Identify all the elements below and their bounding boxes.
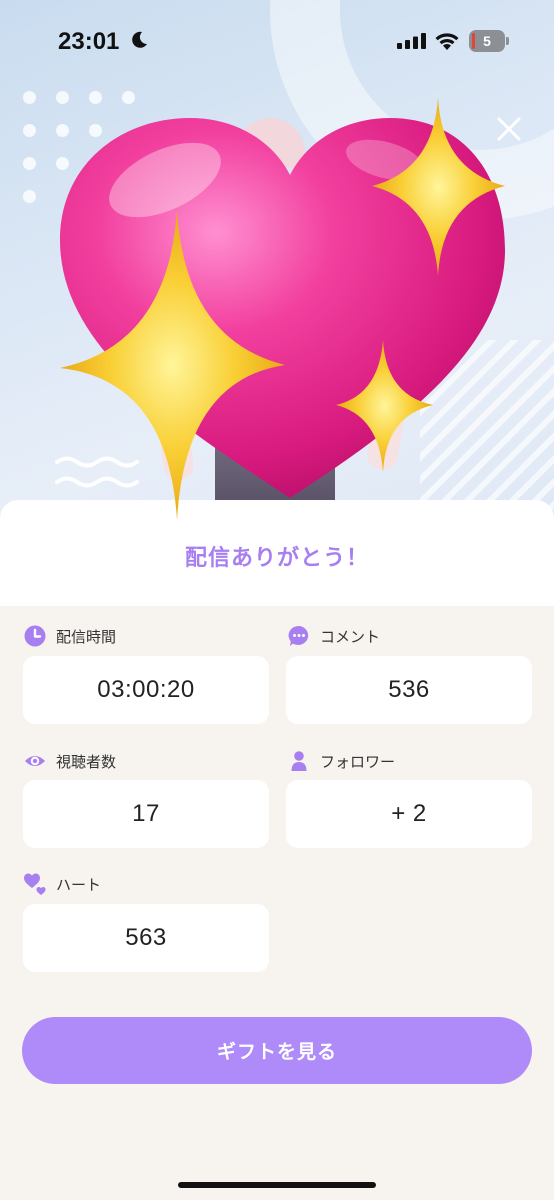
battery-icon: 5 (469, 30, 509, 52)
stat-value-duration: 03:00:20 (23, 656, 269, 724)
home-indicator[interactable] (178, 1182, 376, 1188)
chat-bubble-icon (288, 625, 309, 646)
background-dot (23, 190, 36, 203)
person-icon (291, 751, 307, 771)
stat-label-comments: コメント (288, 624, 380, 648)
eye-icon (25, 756, 45, 766)
stat-value-comments: 536 (286, 656, 532, 724)
moon-icon (132, 31, 147, 48)
status-bar: 23:01 5 (0, 0, 554, 84)
background-dot (23, 157, 36, 170)
stat-label-viewers: 視聴者数 (24, 749, 116, 773)
view-gifts-button[interactable]: ギフトを見る (22, 1017, 532, 1084)
background-dot (23, 124, 36, 137)
stat-value-viewers: 17 (23, 780, 269, 848)
stat-label-hearts: ハート (24, 872, 101, 896)
stat-label-duration: 配信時間 (24, 624, 116, 648)
cellular-signal-icon (397, 33, 426, 49)
close-icon[interactable] (490, 110, 528, 148)
battery-level: 5 (483, 33, 491, 49)
wifi-icon (435, 33, 459, 50)
hearts-icon (24, 873, 46, 895)
background-dot (23, 91, 36, 104)
sparkling-heart-icon (60, 98, 505, 520)
stat-value-followers: + 2 (286, 780, 532, 848)
status-time: 23:01 (58, 28, 120, 55)
clock-icon (24, 625, 46, 647)
stat-value-hearts: 563 (23, 904, 269, 972)
page-title: 配信ありがとう！ (184, 546, 369, 571)
stat-label-followers: フォロワー (288, 749, 395, 773)
